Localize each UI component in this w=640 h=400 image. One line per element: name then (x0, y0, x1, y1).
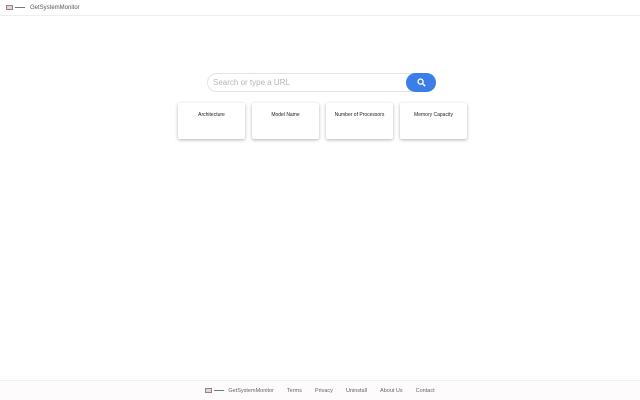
header: GetSystemMonitor (0, 0, 640, 16)
card-architecture[interactable]: Architecture (178, 103, 245, 139)
footer-link-terms[interactable]: Terms (287, 388, 302, 394)
search-button[interactable] (406, 73, 436, 92)
footer-link-privacy[interactable]: Privacy (315, 388, 333, 394)
search-icon (416, 78, 426, 87)
footer-logo[interactable]: GetSystemMonitor (205, 388, 274, 394)
brand-name: GetSystemMonitor (30, 4, 80, 11)
logo-line (214, 390, 225, 391)
card-number-of-processors[interactable]: Number of Processors (326, 103, 393, 139)
monitor-icon (6, 5, 13, 10)
card-label: Number of Processors (334, 112, 385, 118)
logo-line (15, 7, 25, 8)
card-label: Model Name (271, 112, 300, 118)
card-model-name[interactable]: Model Name (252, 103, 319, 139)
logo[interactable]: GetSystemMonitor (6, 5, 80, 11)
card-label: Architecture (198, 112, 225, 118)
footer: GetSystemMonitor Terms Privacy Uninstall… (0, 380, 640, 400)
footer-link-uninstall[interactable]: Uninstall (346, 388, 367, 394)
card-memory-capacity[interactable]: Memory Capacity (400, 103, 467, 139)
search-input[interactable] (213, 78, 403, 87)
footer-link-contact[interactable]: Contact (416, 388, 435, 394)
card-label: Memory Capacity (414, 112, 453, 118)
search-bar (207, 73, 436, 92)
info-cards: Architecture Model Name Number of Proces… (178, 103, 467, 139)
footer-brand: GetSystemMonitor (228, 387, 274, 394)
footer-link-about[interactable]: About Us (380, 388, 403, 394)
monitor-icon (205, 388, 213, 393)
